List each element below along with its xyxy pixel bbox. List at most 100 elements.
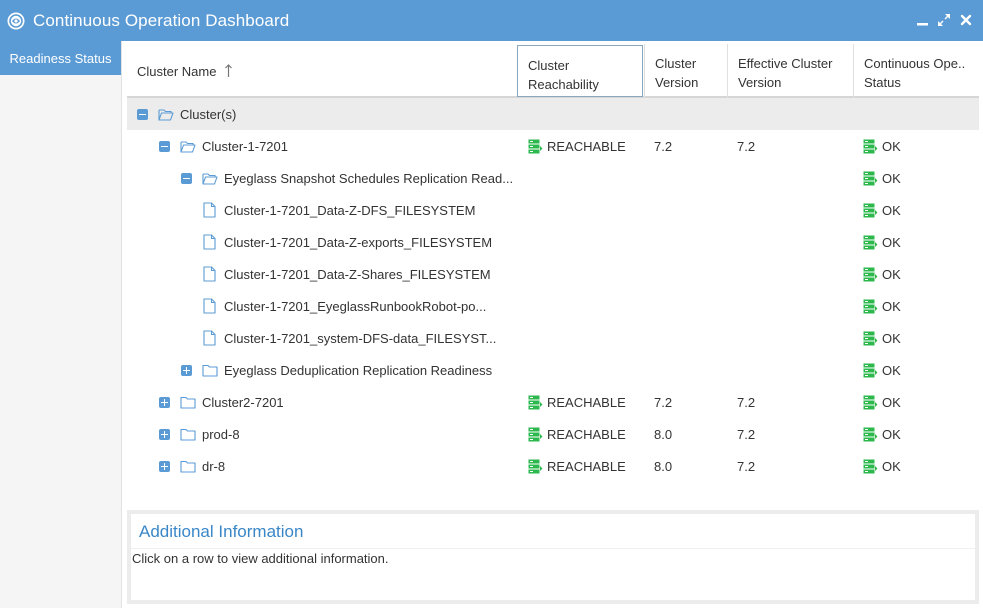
tree-row[interactable]: Cluster2-7201 REACHABLE 7.2 7.2 OK	[127, 386, 979, 418]
continuous-op-status-cell: OK	[863, 290, 901, 322]
expand-icon[interactable]	[159, 460, 170, 472]
status-value: OK	[882, 458, 901, 474]
continuous-op-status-cell: OK	[863, 418, 901, 450]
tree-row[interactable]: Eyeglass Snapshot Schedules Replication …	[127, 162, 979, 194]
cluster-version-cell: 7.2	[654, 138, 673, 154]
tree-row[interactable]: Cluster-1-7201_system-DFS-data_FILESYST.…	[127, 322, 979, 354]
cluster-name-cell: Cluster-1-7201_system-DFS-data_FILESYST.…	[203, 322, 496, 354]
cluster-version-cell: 8.0	[654, 426, 673, 442]
server-status-green-icon	[863, 267, 878, 281]
tree-node-label: prod-8	[202, 426, 240, 442]
column-header-label: Cluster Name	[137, 63, 217, 79]
server-status-green-icon	[863, 299, 878, 313]
folder-open-icon	[158, 108, 174, 121]
tree-node-label: Cluster-1-7201_EyeglassRunbookRobot-po..…	[224, 298, 487, 314]
server-status-green-icon	[863, 427, 878, 441]
cluster-name-cell: Cluster-1-7201_Data-Z-DFS_FILESYSTEM	[203, 194, 475, 226]
cluster-name-cell: prod-8	[159, 418, 240, 450]
eyeglass-logo-icon	[7, 12, 25, 29]
reachability-value: REACHABLE	[547, 138, 626, 154]
expand-icon[interactable]	[181, 364, 192, 376]
status-value: OK	[882, 202, 901, 218]
reachability-value: REACHABLE	[547, 458, 626, 474]
column-header-cluster-reachability[interactable]: Cluster Reachability	[517, 45, 643, 97]
continuous-op-status-cell: OK	[863, 322, 901, 354]
reachability-cell: REACHABLE	[528, 386, 626, 418]
server-status-green-icon	[863, 235, 878, 249]
effective-version-cell: 7.2	[737, 426, 756, 442]
tree-row[interactable]: Cluster-1-7201 REACHABLE 7.2 7.2 OK	[127, 130, 979, 162]
cluster-name-cell: dr-8	[159, 450, 225, 482]
expand-icon[interactable]	[159, 428, 170, 440]
continuous-op-status-cell: OK	[863, 226, 901, 258]
tree-row[interactable]: Cluster(s)	[127, 98, 979, 130]
sidebar-item-readiness-status[interactable]: Readiness Status	[0, 41, 121, 75]
server-status-green-icon	[863, 139, 878, 153]
tree-node-label: Eyeglass Deduplication Replication Readi…	[224, 362, 493, 378]
server-status-green-icon	[863, 395, 878, 409]
column-header-continuous-op-status[interactable]: Continuous Ope.. Status	[853, 44, 979, 98]
window-title: Continuous Operation Dashboard	[33, 10, 290, 30]
continuous-op-status-cell: OK	[863, 450, 901, 482]
additional-info-message: Click on a row to view additional inform…	[131, 548, 975, 600]
continuous-op-status-cell: OK	[863, 162, 901, 194]
column-header-effective-cluster-version[interactable]: Effective Cluster Version	[727, 44, 853, 98]
tree-row[interactable]: Cluster-1-7201_Data-Z-Shares_FILESYSTEM O…	[127, 258, 979, 290]
folder-open-icon	[202, 172, 218, 185]
file-icon	[203, 234, 216, 250]
status-value: OK	[882, 298, 901, 314]
tree-row[interactable]: Cluster-1-7201_Data-Z-DFS_FILESYSTEM OK	[127, 194, 979, 226]
status-value: OK	[882, 266, 901, 282]
file-icon	[203, 330, 216, 346]
cluster-name-cell: Cluster-1-7201_Data-Z-Shares_FILESYSTEM	[203, 258, 491, 290]
column-header-cluster-version[interactable]: Cluster Version	[644, 44, 727, 98]
status-value: OK	[882, 426, 901, 442]
tree-row[interactable]: dr-8 REACHABLE 8.0 7.2 OK	[127, 450, 979, 482]
status-value: OK	[882, 394, 901, 410]
continuous-op-status-cell: OK	[863, 386, 901, 418]
column-header-cluster-name[interactable]: Cluster Name	[127, 44, 517, 98]
folder-icon	[180, 428, 196, 441]
tree-node-label: Cluster-1-7201_Data-Z-DFS_FILESYSTEM	[224, 202, 476, 218]
sidebar-item-label: Readiness Status	[9, 50, 112, 66]
reachability-value: REACHABLE	[547, 394, 626, 410]
cluster-name-cell: Cluster-1-7201_Data-Z-exports_FILESYSTEM	[203, 226, 492, 258]
close-icon[interactable]	[959, 12, 973, 28]
expand-icon[interactable]	[159, 396, 170, 408]
maximize-icon[interactable]	[937, 12, 951, 28]
grid-body: Cluster(s) Cluster-1-7201 REACHABLE 7.2 7.2 O…	[127, 98, 979, 482]
main-panel: Cluster Name Cluster Reachability Cluste…	[127, 41, 983, 608]
cluster-name-cell: Eyeglass Deduplication Replication Readi…	[181, 354, 492, 386]
grid-header: Cluster Name Cluster Reachability Cluste…	[127, 44, 979, 98]
window-titlebar: Continuous Operation Dashboard	[0, 0, 983, 41]
sidebar: Readiness Status	[0, 41, 122, 608]
server-status-green-icon	[863, 363, 878, 377]
additional-info-panel: Additional Information Click on a row to…	[127, 510, 979, 604]
cluster-version-cell: 8.0	[654, 458, 673, 474]
column-header-label: Cluster Version	[655, 56, 699, 90]
column-header-label: Cluster Reachability	[528, 58, 599, 92]
collapse-icon[interactable]	[137, 108, 148, 120]
continuous-op-status-cell: OK	[863, 130, 901, 162]
server-status-green-icon	[863, 459, 878, 473]
effective-version-cell: 7.2	[737, 394, 756, 410]
tree-row[interactable]: Eyeglass Deduplication Replication Readi…	[127, 354, 979, 386]
tree-row[interactable]: prod-8 REACHABLE 8.0 7.2 OK	[127, 418, 979, 450]
tree-node-label: Cluster-1-7201	[202, 138, 288, 154]
cluster-name-cell: Cluster2-7201	[159, 386, 284, 418]
continuous-op-status-cell: OK	[863, 194, 901, 226]
tree-row[interactable]: Cluster-1-7201_Data-Z-exports_FILESYSTEM…	[127, 226, 979, 258]
server-status-green-icon	[863, 203, 878, 217]
minimize-icon[interactable]	[915, 12, 929, 28]
server-status-green-icon	[528, 427, 543, 441]
continuous-op-status-cell: OK	[863, 354, 901, 386]
file-icon	[203, 202, 216, 218]
tree-row[interactable]: Cluster-1-7201_EyeglassRunbookRobot-po..…	[127, 290, 979, 322]
additional-info-content: Additional Information Click on a row to…	[131, 514, 975, 600]
cluster-name-cell: Eyeglass Snapshot Schedules Replication …	[181, 162, 513, 194]
server-status-green-icon	[528, 459, 543, 473]
collapse-icon[interactable]	[159, 140, 170, 152]
continuous-op-status-cell: OK	[863, 258, 901, 290]
collapse-icon[interactable]	[181, 172, 192, 184]
window-controls	[915, 12, 973, 28]
